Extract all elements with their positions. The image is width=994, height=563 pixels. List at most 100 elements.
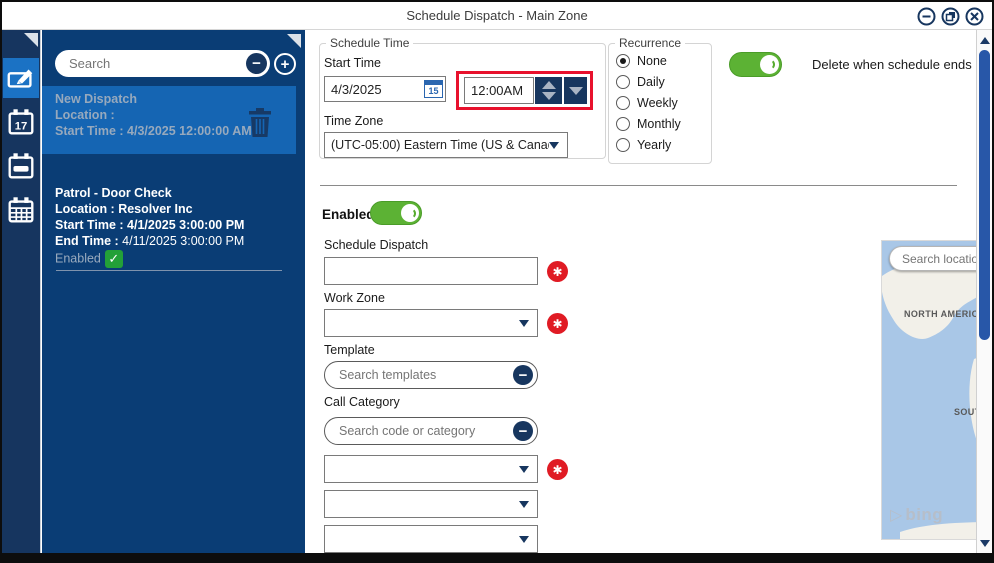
delete-dispatch-trash-icon[interactable] xyxy=(248,108,272,138)
delete-when-schedule-ends-label: Delete when schedule ends xyxy=(812,57,972,72)
list-item-patrol-door-check[interactable]: Patrol - Door Check Location : Resolver … xyxy=(42,180,296,266)
dispatch-list-panel: − + New Dispatch Location : Start Time :… xyxy=(42,30,305,553)
calendar-icon-header xyxy=(425,81,442,85)
minimize-button[interactable] xyxy=(917,7,936,26)
end-time-value: 4/11/2025 3:00:00 PM xyxy=(122,234,244,248)
sidebar-item-calendar-day[interactable]: 17 xyxy=(3,102,39,142)
bing-logo-text: bing xyxy=(905,505,943,525)
call-category-dropdown[interactable] xyxy=(324,455,538,483)
toggle-knob xyxy=(401,204,419,222)
edit-pencil-icon xyxy=(5,62,37,94)
bing-logo-icon: ▷ xyxy=(890,505,902,525)
end-time-label: End Time : xyxy=(55,234,119,248)
chevron-down-icon xyxy=(519,466,529,473)
bing-logo: ▷ bing xyxy=(890,505,943,525)
list-divider xyxy=(56,270,282,271)
location-label: Location : xyxy=(55,108,115,122)
radio-icon xyxy=(616,75,630,89)
start-time-time-input[interactable] xyxy=(464,77,534,104)
title-bar: Schedule Dispatch - Main Zone xyxy=(2,2,992,30)
dispatch-title: Patrol - Door Check xyxy=(55,185,296,201)
calendar-icon-day: 15 xyxy=(425,86,442,97)
time-dropdown-button[interactable] xyxy=(564,77,587,104)
window-controls xyxy=(917,7,984,26)
call-category-clear-button[interactable]: − xyxy=(513,421,533,441)
required-asterisk-icon: ✱ xyxy=(547,261,568,282)
secondary-dropdown-1[interactable] xyxy=(324,490,538,518)
date-picker-calendar-icon[interactable]: 15 xyxy=(424,80,443,98)
recurrence-option-monthly[interactable]: Monthly xyxy=(616,117,681,131)
recurrence-option-yearly[interactable]: Yearly xyxy=(616,138,671,152)
call-category-search-input[interactable] xyxy=(339,418,487,444)
secondary-dropdown-2[interactable] xyxy=(324,525,538,553)
time-zone-dropdown[interactable]: (UTC-05:00) Eastern Time (US & Canada) xyxy=(324,132,568,158)
start-time-value: 4/3/2025 12:00:00 AM xyxy=(127,124,252,138)
scrollbar-thumb[interactable] xyxy=(979,50,990,340)
recurrence-legend: Recurrence xyxy=(615,36,685,50)
time-spinner[interactable] xyxy=(535,77,562,104)
chevron-down-icon xyxy=(519,320,529,327)
time-spin-down-icon[interactable] xyxy=(542,92,556,100)
sidebar-item-calendar-week[interactable] xyxy=(3,146,39,186)
search-clear-button[interactable]: − xyxy=(246,53,267,74)
schedule-dispatch-window: Schedule Dispatch - Main Zone xyxy=(0,0,994,563)
required-asterisk-icon: ✱ xyxy=(547,459,568,480)
enabled-label: Enabled xyxy=(322,207,375,222)
restore-button[interactable] xyxy=(941,7,960,26)
template-search-input[interactable] xyxy=(339,362,487,388)
work-zone-dropdown[interactable] xyxy=(324,309,538,337)
calendar-day-icon: 17 xyxy=(5,106,37,138)
template-clear-button[interactable]: − xyxy=(513,365,533,385)
enabled-label: Enabled xyxy=(55,251,101,265)
dispatch-search-input[interactable] xyxy=(69,50,229,77)
radio-label: Weekly xyxy=(637,96,678,110)
required-asterisk-icon: ✱ xyxy=(547,313,568,334)
scroll-up-button[interactable] xyxy=(977,32,992,48)
time-zone-label: Time Zone xyxy=(324,114,383,128)
sidebar-item-calendar-month[interactable] xyxy=(3,190,39,230)
radio-label: Monthly xyxy=(637,117,681,131)
time-zone-value: (UTC-05:00) Eastern Time (US & Canada) xyxy=(325,138,549,152)
radio-icon xyxy=(616,138,630,152)
section-divider xyxy=(320,185,957,186)
time-spin-up-icon[interactable] xyxy=(542,81,556,89)
location-label: Location : xyxy=(55,202,115,216)
view-switcher-sidebar: 17 xyxy=(2,30,41,553)
schedule-form-content: Schedule Time Start Time 15 Time Zone (U… xyxy=(305,30,992,553)
radio-checked-icon xyxy=(616,54,630,68)
close-button[interactable] xyxy=(965,7,984,26)
list-item-new-dispatch[interactable]: New Dispatch Location : Start Time : 4/3… xyxy=(42,86,296,154)
scroll-down-icon xyxy=(980,540,990,547)
work-zone-label: Work Zone xyxy=(324,291,385,305)
map-label-north-america: NORTH AMERICA xyxy=(904,309,985,319)
enabled-toggle[interactable] xyxy=(370,201,422,225)
delete-when-schedule-ends-toggle[interactable] xyxy=(729,52,782,77)
recurrence-option-weekly[interactable]: Weekly xyxy=(616,96,678,110)
restore-icon xyxy=(941,7,960,26)
recurrence-option-daily[interactable]: Daily xyxy=(616,75,665,89)
chevron-down-icon xyxy=(519,501,529,508)
minimize-icon xyxy=(917,7,936,26)
dispatch-search: − xyxy=(55,50,270,77)
call-category-label: Call Category xyxy=(324,395,400,409)
template-label: Template xyxy=(324,343,375,357)
start-time-label: Start Time : xyxy=(55,124,124,138)
radio-label: Daily xyxy=(637,75,665,89)
vertical-scrollbar[interactable] xyxy=(976,30,992,553)
close-icon xyxy=(965,7,984,26)
svg-text:17: 17 xyxy=(15,121,28,133)
radio-label: Yearly xyxy=(637,138,671,152)
calendar-month-icon xyxy=(5,194,37,226)
dispatch-title: New Dispatch xyxy=(55,91,296,107)
recurrence-option-none[interactable]: None xyxy=(616,54,667,68)
schedule-dispatch-input[interactable] xyxy=(324,257,538,285)
radio-icon xyxy=(616,96,630,110)
sidebar-item-edit-schedule[interactable] xyxy=(3,58,39,98)
location-value: Resolver Inc xyxy=(118,202,192,216)
chevron-down-icon xyxy=(549,142,559,149)
time-dropdown-icon xyxy=(569,87,583,95)
enabled-check-icon: ✓ xyxy=(105,250,123,268)
sidebar-corner-triangle xyxy=(24,33,38,47)
add-dispatch-button[interactable]: + xyxy=(274,53,296,75)
scroll-down-button[interactable] xyxy=(977,535,992,551)
